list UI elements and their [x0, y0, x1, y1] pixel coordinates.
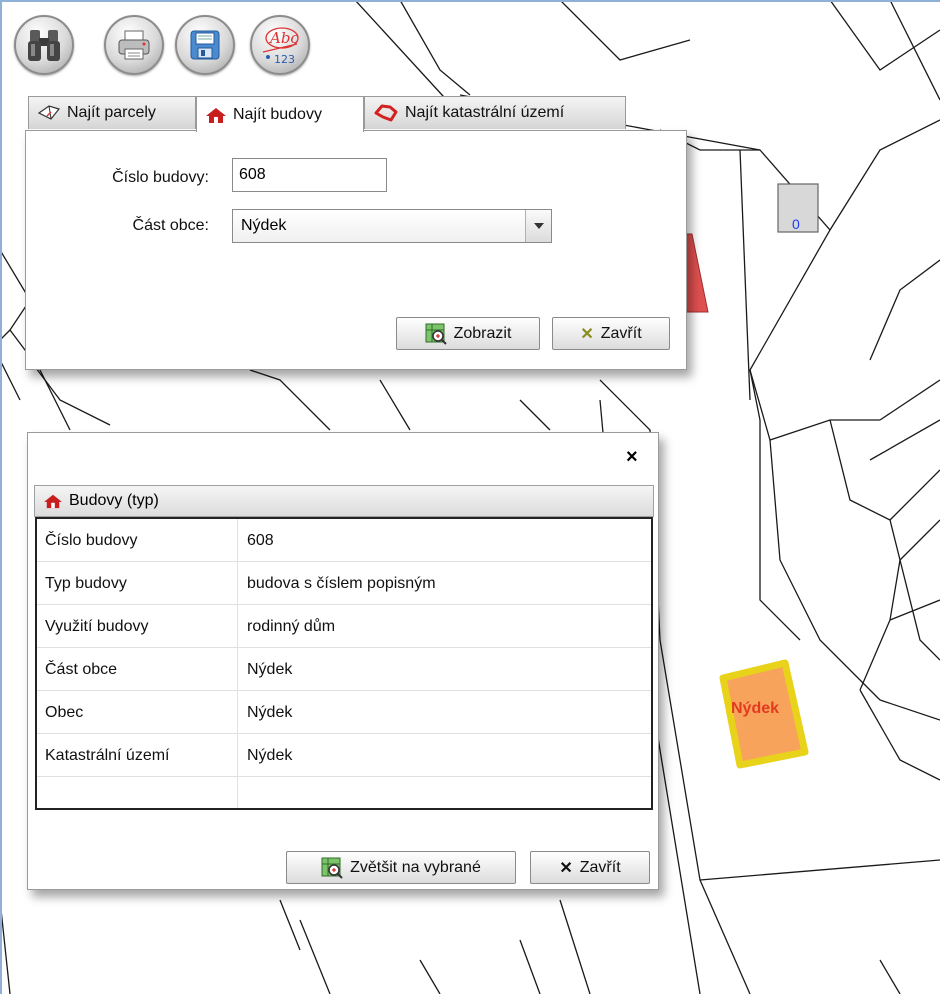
attribute-key: Využití budovy [45, 618, 149, 635]
municipality-part-select[interactable]: Nýdek [232, 209, 552, 243]
attribute-value: rodinný dům [247, 618, 336, 635]
num-text: 123 [274, 53, 295, 66]
attributes-table: Číslo budovy 608 Typ budovy budova s čís… [35, 517, 653, 810]
frame-top-border [0, 0, 940, 2]
zoom-map-icon [425, 323, 447, 345]
attribute-key: Obec [45, 704, 84, 721]
table-row[interactable]: Využití budovy rodinný dům [37, 605, 651, 648]
show-button[interactable]: Zobrazit [396, 317, 540, 350]
tab-find-cadastral-territory[interactable]: Najít katastrální území [364, 96, 626, 129]
building-number-input[interactable] [232, 158, 387, 192]
building-number-label: Číslo budovy: [112, 169, 209, 186]
close-button[interactable]: ✕ Zavřít [552, 317, 670, 350]
municipality-part-label: Část obce: [132, 217, 209, 234]
printer-icon [118, 30, 150, 60]
close-icon[interactable]: × [626, 447, 638, 467]
zoom-to-selected-button[interactable]: Zvětšit na vybrané [286, 851, 516, 884]
table-row[interactable]: Typ budovy budova s číslem popisným [37, 562, 651, 605]
zoom-map-icon [321, 857, 343, 879]
tab-label: Najít parcely [67, 104, 156, 121]
zoom-button-label: Zvětšit na vybrané [350, 858, 481, 876]
show-button-label: Zobrazit [453, 324, 512, 342]
close-x-icon: ✕ [559, 859, 573, 877]
map-highlight-label: Nýdek [731, 700, 780, 717]
close-button-label: Zavřít [600, 324, 642, 342]
attribute-value: budova s číslem popisným [247, 575, 436, 592]
attribute-key: Část obce [45, 661, 118, 678]
abc-123-icon: Abc 123 [262, 27, 299, 66]
table-row-empty [37, 777, 651, 808]
group-header[interactable]: Budovy (typ) [34, 485, 654, 517]
floppy-disk-icon [190, 30, 220, 60]
attribute-value: Nýdek [247, 704, 293, 721]
print-button[interactable] [104, 15, 164, 75]
attribute-key: Číslo budovy [45, 532, 138, 549]
tab-find-parcels[interactable]: Najít parcely [28, 96, 196, 129]
parcel-icon [37, 105, 61, 120]
search-tool-button[interactable] [14, 15, 74, 75]
attribute-key: Katastrální území [45, 747, 170, 764]
attribute-value: Nýdek [247, 661, 293, 678]
tab-label: Najít katastrální území [405, 104, 565, 121]
table-row[interactable]: Katastrální území Nýdek [37, 734, 651, 777]
binoculars-icon [28, 30, 60, 61]
chevron-down-icon[interactable] [525, 210, 551, 242]
attribute-key: Typ budovy [45, 575, 127, 592]
close-x-icon: ✕ [580, 325, 594, 343]
table-row[interactable]: Číslo budovy 608 [37, 519, 651, 562]
labels-button[interactable]: Abc 123 [250, 15, 310, 75]
frame-left-border [0, 0, 2, 994]
table-row[interactable]: Část obce Nýdek [37, 648, 651, 691]
table-row[interactable]: Obec Nýdek [37, 691, 651, 734]
save-button[interactable] [175, 15, 235, 75]
tab-find-buildings[interactable]: Najít budovy [196, 96, 364, 132]
territory-icon [374, 104, 398, 122]
building-info-dialog: × Budovy (typ) Číslo budovy 608 Typ budo… [27, 432, 659, 890]
tab-label: Najít budovy [233, 105, 322, 123]
attribute-value: 608 [247, 532, 274, 549]
attribute-value: Nýdek [247, 747, 293, 764]
dialog-close-button[interactable]: ✕ Zavřít [530, 851, 650, 884]
dialog-close-button-label: Zavřít [579, 858, 621, 876]
map-building-number-label: 0 [792, 216, 800, 232]
house-icon [44, 494, 62, 509]
municipality-part-value: Nýdek [241, 217, 287, 234]
house-icon [206, 107, 226, 123]
group-title: Budovy (typ) [69, 492, 159, 509]
find-buildings-panel: Číslo budovy: Část obce: Nýdek Zobrazit … [25, 130, 687, 370]
